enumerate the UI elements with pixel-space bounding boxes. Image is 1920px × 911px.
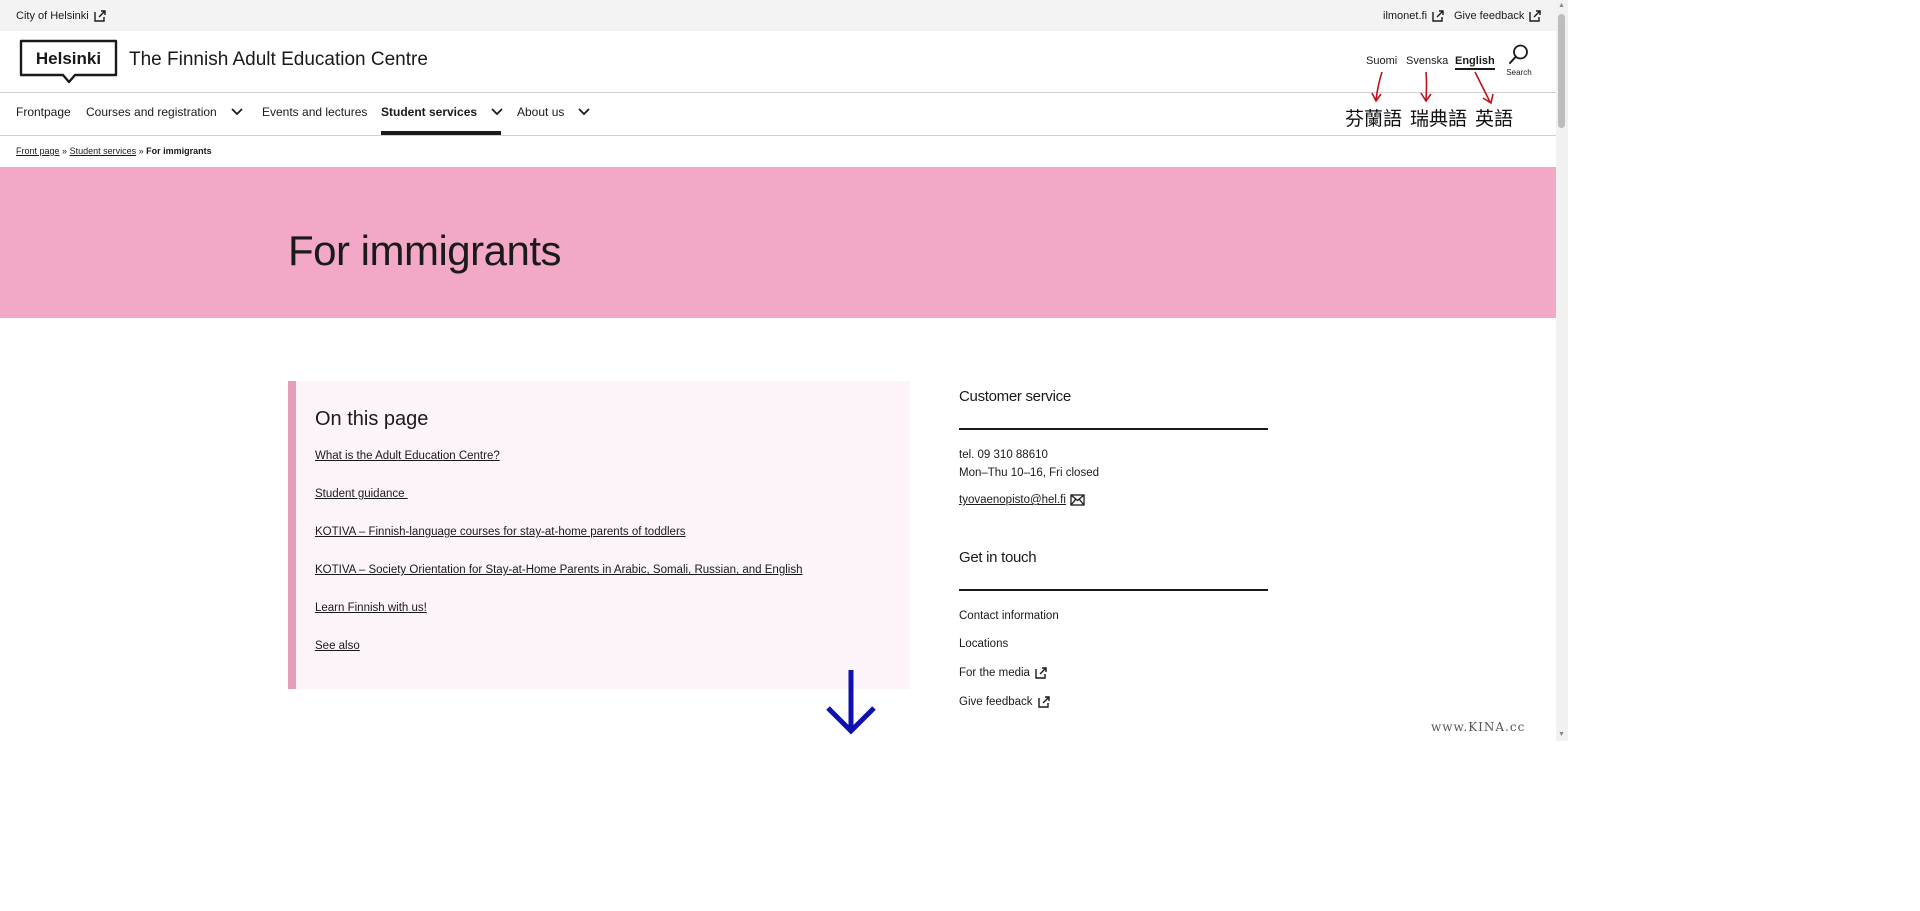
locations-label: Locations — [959, 638, 1009, 650]
give-feedback-side-label: Give feedback — [959, 696, 1033, 708]
scroll-thumb[interactable] — [1558, 14, 1565, 128]
contact-information-link[interactable]: Contact information — [959, 610, 1059, 622]
nav-frontpage[interactable]: Frontpage — [16, 105, 71, 119]
external-link-icon — [1037, 696, 1050, 708]
for-the-media-label: For the media — [959, 667, 1030, 679]
nav-student-services[interactable]: Student services — [381, 105, 503, 119]
toc-link-learn-finnish[interactable]: Learn Finnish with us! — [315, 602, 427, 614]
watermark: www.KINA.cc — [1431, 720, 1526, 734]
site-title[interactable]: The Finnish Adult Education Centre — [129, 49, 428, 71]
email-address: tyovaenopisto@hel.fi — [959, 494, 1066, 506]
toc-link-kotiva-orientation[interactable]: KOTIVA – Society Orientation for Stay-at… — [315, 564, 802, 576]
helsinki-logo-shape: Helsinki — [19, 39, 118, 84]
helsinki-logo[interactable]: Helsinki — [19, 39, 119, 90]
customer-service-divider — [959, 428, 1268, 430]
for-the-media-link[interactable]: For the media — [959, 666, 1048, 680]
nav-frontpage-label: Frontpage — [16, 105, 71, 119]
get-in-touch-title: Get in touch — [959, 549, 1037, 566]
contact-information-label: Contact information — [959, 610, 1059, 622]
utility-bar: City of Helsinki ilmonet.fi Give feedbac… — [0, 0, 1556, 31]
lang-english[interactable]: English — [1455, 55, 1495, 70]
toc-title: On this page — [315, 408, 429, 430]
nav-courses-label: Courses and registration — [86, 105, 217, 119]
annotation-arrow-suomi — [1371, 71, 1383, 103]
external-link-icon — [1432, 10, 1444, 22]
phone-number: tel. 09 310 88610 — [959, 449, 1048, 461]
external-link-icon — [1529, 10, 1542, 22]
toc-link-student-guidance[interactable]: Student guidance — [315, 488, 408, 500]
annotation-finnish: 芬蘭語 — [1345, 108, 1403, 130]
toc-accent-bar — [288, 381, 296, 689]
search-label: Search — [1506, 68, 1532, 77]
scroll-up-icon[interactable]: ▲ — [1558, 2, 1565, 9]
annotation-arrow-english — [1474, 71, 1494, 105]
email-link[interactable]: tyovaenopisto@hel.fi — [959, 494, 1085, 506]
city-of-helsinki-link[interactable]: City of Helsinki — [16, 9, 107, 23]
breadcrumb-current: For immigrants — [146, 146, 212, 156]
breadcrumb-student-services[interactable]: Student services — [70, 146, 137, 156]
down-arrow-annotation — [826, 670, 876, 735]
nav-events-label: Events and lectures — [262, 105, 368, 119]
page-scrollbar[interactable]: ▲ ▼ — [1556, 0, 1568, 741]
breadcrumb-separator: » — [138, 146, 144, 156]
give-feedback-link[interactable]: Give feedback — [959, 695, 1051, 709]
annotation-swedish: 瑞典語 — [1410, 108, 1468, 130]
hero-banner: For immigrants — [0, 167, 1556, 318]
customer-service-title: Customer service — [959, 388, 1071, 405]
lang-svenska[interactable]: Svenska — [1406, 55, 1448, 67]
lang-suomi[interactable]: Suomi — [1366, 55, 1397, 67]
get-in-touch-divider — [959, 589, 1268, 591]
ilmonet-link[interactable]: ilmonet.fi — [1383, 9, 1445, 23]
page-title: For immigrants — [288, 227, 562, 274]
external-link-icon — [94, 10, 106, 22]
annotation-arrow-svenska — [1420, 71, 1432, 103]
chevron-down-icon[interactable] — [491, 108, 503, 116]
nav-events[interactable]: Events and lectures — [262, 105, 367, 119]
give-feedback-top-link[interactable]: Give feedback — [1454, 9, 1542, 23]
scroll-down-icon[interactable]: ▼ — [1558, 731, 1565, 738]
logo-text: Helsinki — [36, 49, 101, 68]
breadcrumb-front-page[interactable]: Front page — [16, 146, 60, 156]
ilmonet-label: ilmonet.fi — [1383, 10, 1428, 22]
toc-link-see-also[interactable]: See also — [315, 640, 360, 652]
main-nav: Frontpage Courses and registration Event… — [0, 93, 1556, 136]
on-this-page-box: On this page What is the Adult Education… — [288, 381, 910, 689]
locations-link[interactable]: Locations — [959, 638, 1008, 650]
chevron-down-icon[interactable] — [231, 108, 243, 116]
nav-about-us[interactable]: About us — [517, 105, 591, 119]
search-icon — [1509, 44, 1528, 64]
toc-link-kotiva-courses[interactable]: KOTIVA – Finnish-language courses for st… — [315, 526, 686, 538]
nav-student-services-label: Student services — [381, 105, 478, 119]
breadcrumb-separator: » — [62, 146, 68, 156]
nav-courses[interactable]: Courses and registration — [86, 105, 243, 119]
active-nav-indicator — [381, 131, 501, 135]
city-of-helsinki-label: City of Helsinki — [16, 10, 89, 22]
annotation-english: 英語 — [1475, 108, 1514, 130]
nav-about-us-label: About us — [517, 105, 565, 119]
site-header: Helsinki The Finnish Adult Education Cen… — [0, 31, 1556, 93]
opening-hours: Mon–Thu 10–16, Fri closed — [959, 467, 1099, 479]
chevron-down-icon[interactable] — [578, 108, 591, 116]
search-button[interactable]: Search — [1503, 43, 1535, 77]
mail-icon — [1070, 494, 1085, 506]
breadcrumb: Front page » Student services » For immi… — [16, 146, 212, 156]
toc-link-what-is[interactable]: What is the Adult Education Centre? — [315, 450, 500, 462]
external-link-icon — [1035, 667, 1047, 679]
give-feedback-label: Give feedback — [1454, 10, 1525, 22]
